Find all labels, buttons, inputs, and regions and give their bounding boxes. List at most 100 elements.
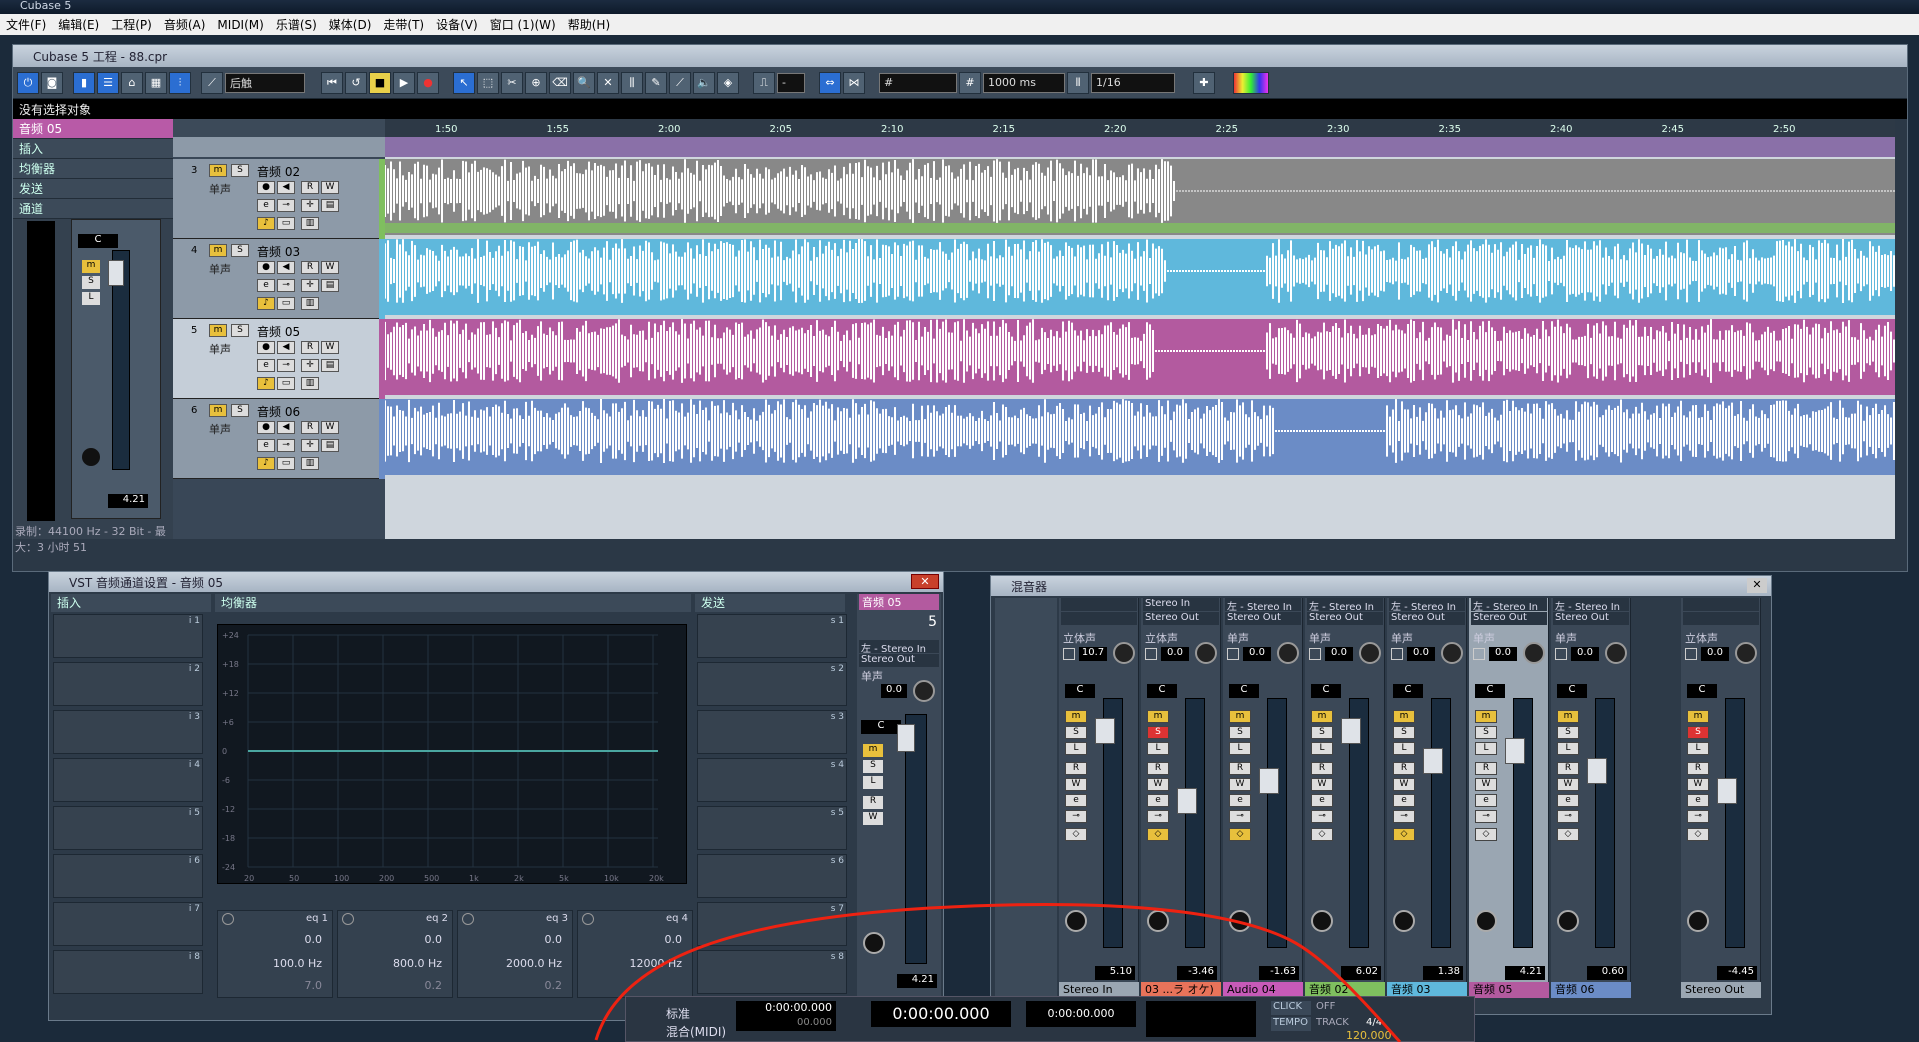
track-mute-button[interactable]: m bbox=[209, 164, 227, 177]
channel-input[interactable] bbox=[1683, 598, 1759, 611]
channel-name[interactable]: Stereo Out bbox=[1681, 982, 1761, 998]
channel-write-button[interactable]: W bbox=[1311, 778, 1333, 791]
inspector-mute-button[interactable]: m bbox=[82, 260, 100, 273]
send-slot[interactable]: s 6 bbox=[697, 854, 847, 898]
channel-pan[interactable]: C bbox=[1557, 684, 1587, 698]
mixer-channel-5[interactable]: 左 - Stereo In Stereo Out 单声 0.0 C m S L … bbox=[1469, 598, 1549, 998]
channel-input[interactable]: 左 - Stereo In bbox=[1225, 598, 1301, 611]
eq-band-1[interactable]: eq 1 0.0 100.0 Hz 7.0 bbox=[217, 910, 333, 998]
channel-pan[interactable]: C bbox=[1147, 684, 1177, 698]
channel-eq-icon[interactable]: ◇ bbox=[1475, 828, 1497, 841]
transport-mode-1[interactable]: 标准 bbox=[666, 1005, 690, 1022]
insert-slot[interactable]: i 4 bbox=[53, 758, 203, 802]
track-write-button[interactable]: W bbox=[321, 421, 339, 434]
track-read-button[interactable]: R bbox=[301, 421, 319, 434]
track-write-button[interactable]: W bbox=[321, 181, 339, 194]
track-lock-icon[interactable]: ✛ bbox=[301, 359, 319, 372]
channel-read-button[interactable]: R bbox=[1557, 762, 1579, 775]
track-edit-icon[interactable]: e bbox=[257, 359, 275, 372]
automation-mode-select[interactable]: 后触 bbox=[225, 72, 305, 93]
play-button[interactable]: ▶ bbox=[393, 71, 415, 94]
channel-write-button[interactable]: W bbox=[1065, 778, 1087, 791]
track-folder-icon[interactable]: ▭ bbox=[277, 217, 295, 230]
track-monitor-button[interactable]: ◀ bbox=[277, 421, 295, 434]
channel-fader-track[interactable] bbox=[1595, 698, 1615, 948]
menu-item-2[interactable]: 工程(P) bbox=[105, 16, 158, 33]
menu-item-9[interactable]: 窗口 (1)(W) bbox=[484, 16, 562, 33]
channel-fader-handle[interactable] bbox=[1341, 718, 1361, 744]
channel-solo-button[interactable]: S bbox=[1065, 726, 1087, 739]
gain-knob-icon[interactable] bbox=[1113, 642, 1135, 664]
track-monitor-button[interactable]: ◀ bbox=[277, 261, 295, 274]
channel-mute-button[interactable]: m bbox=[1147, 710, 1169, 723]
eq-band-q[interactable]: 0.2 bbox=[425, 979, 443, 992]
vst-close-button[interactable]: ✕ bbox=[911, 574, 939, 589]
channel-insert-icon[interactable]: ⊸ bbox=[1065, 810, 1087, 823]
inspector-monitor-icon[interactable] bbox=[82, 448, 100, 466]
gain-knob-icon[interactable] bbox=[1277, 642, 1299, 664]
track-name[interactable]: 音频 06 bbox=[257, 403, 300, 420]
quantize-select[interactable]: 1/16 bbox=[1091, 72, 1175, 93]
channel-input[interactable]: 左 - Stereo In bbox=[1389, 598, 1465, 611]
channel-input[interactable]: 左 - Stereo In bbox=[1553, 598, 1629, 611]
phase-icon[interactable] bbox=[1555, 648, 1567, 660]
send-slot[interactable]: s 1 bbox=[697, 614, 847, 658]
color-palette-icon[interactable] bbox=[1233, 71, 1269, 94]
channel-gain[interactable]: 0.0 bbox=[1489, 647, 1517, 661]
track-lock-icon[interactable]: ✛ bbox=[301, 439, 319, 452]
eq-curve-display[interactable]: +24 +18 +12 +6 0 -6 -12 -18 -24 20 50 100 200 500 1k 2k… bbox=[217, 624, 687, 884]
channel-pan[interactable]: C bbox=[1065, 684, 1095, 698]
channel-read-button[interactable]: R bbox=[1147, 762, 1169, 775]
time-signature[interactable]: 4/4 bbox=[1366, 1017, 1382, 1028]
channel-edit-icon[interactable]: e bbox=[1475, 794, 1497, 807]
channel-listen-button[interactable]: L bbox=[1065, 742, 1087, 755]
track-name[interactable]: 音频 03 bbox=[257, 243, 300, 260]
channel-read-button[interactable]: R bbox=[1311, 762, 1333, 775]
channel-gain[interactable]: 0.0 bbox=[1161, 647, 1189, 661]
send-slot[interactable]: s 4 bbox=[697, 758, 847, 802]
channel-output[interactable] bbox=[1683, 612, 1759, 625]
channel-monitor-icon[interactable] bbox=[1557, 910, 1579, 932]
channel-mute-button[interactable]: m bbox=[1475, 710, 1497, 723]
go-to-start-button[interactable]: ⏮ bbox=[321, 71, 343, 94]
mixer-channel-1[interactable]: Stereo In Stereo Out 立体声 0.0 C m S L R W… bbox=[1141, 598, 1221, 998]
track-record-button[interactable]: ● bbox=[257, 341, 275, 354]
channel-mute-button[interactable]: m bbox=[1687, 710, 1709, 723]
timewarp-tool[interactable]: ⫼ bbox=[621, 71, 643, 94]
channel-insert-icon[interactable]: ⊸ bbox=[1229, 810, 1251, 823]
eq-band-gain[interactable]: 0.0 bbox=[665, 933, 683, 946]
channel-monitor-icon[interactable] bbox=[1147, 910, 1169, 932]
track-record-button[interactable]: ● bbox=[257, 261, 275, 274]
gain-knob-icon[interactable] bbox=[1195, 642, 1217, 664]
phase-icon[interactable] bbox=[1227, 648, 1239, 660]
channel-listen-button[interactable]: L bbox=[1687, 742, 1709, 755]
channel-input[interactable]: 左 - Stereo In bbox=[1307, 598, 1383, 611]
channel-monitor-icon[interactable] bbox=[1065, 910, 1087, 932]
channel-read-button[interactable]: R bbox=[1393, 762, 1415, 775]
track-record-button[interactable]: ● bbox=[257, 181, 275, 194]
channel-fader-track[interactable] bbox=[1513, 698, 1533, 948]
vst-fader-handle[interactable] bbox=[897, 724, 915, 752]
eq-band-frequency[interactable]: 2000.0 Hz bbox=[506, 957, 562, 970]
snap-zero-button[interactable]: ⋈ bbox=[843, 71, 865, 94]
channel-read-button[interactable]: R bbox=[1065, 762, 1087, 775]
channel-read-button[interactable]: R bbox=[1475, 762, 1497, 775]
track-timebase-icon[interactable]: ♪ bbox=[257, 217, 275, 230]
channel-mute-button[interactable]: m bbox=[1311, 710, 1333, 723]
track-monitor-button[interactable]: ◀ bbox=[277, 181, 295, 194]
track-row-4[interactable]: 4 m S 音频 03 单声 ● ◀ R W e ⊸ ✛ ▤ ♪ ▭ ▥ bbox=[173, 239, 385, 319]
channel-insert-icon[interactable]: ⊸ bbox=[1311, 810, 1333, 823]
inspector-eq[interactable]: 均衡器 bbox=[13, 159, 173, 179]
track-read-button[interactable]: R bbox=[301, 261, 319, 274]
eq-band-frequency[interactable]: 100.0 Hz bbox=[273, 957, 322, 970]
track-solo-button[interactable]: S bbox=[231, 324, 249, 337]
channel-listen-button[interactable]: L bbox=[1311, 742, 1333, 755]
range-select-tool[interactable]: ⬚ bbox=[477, 71, 499, 94]
mixer-channel-3[interactable]: 左 - Stereo In Stereo Out 单声 0.0 C m S L … bbox=[1305, 598, 1385, 998]
glue-tool[interactable]: ⊕ bbox=[525, 71, 547, 94]
channel-output[interactable]: Stereo Out bbox=[1471, 612, 1547, 625]
track-write-button[interactable]: W bbox=[321, 261, 339, 274]
channel-pan[interactable]: C bbox=[1229, 684, 1259, 698]
track-automation-icon[interactable]: ▥ bbox=[301, 217, 319, 230]
menu-item-5[interactable]: 乐谱(S) bbox=[270, 16, 323, 33]
